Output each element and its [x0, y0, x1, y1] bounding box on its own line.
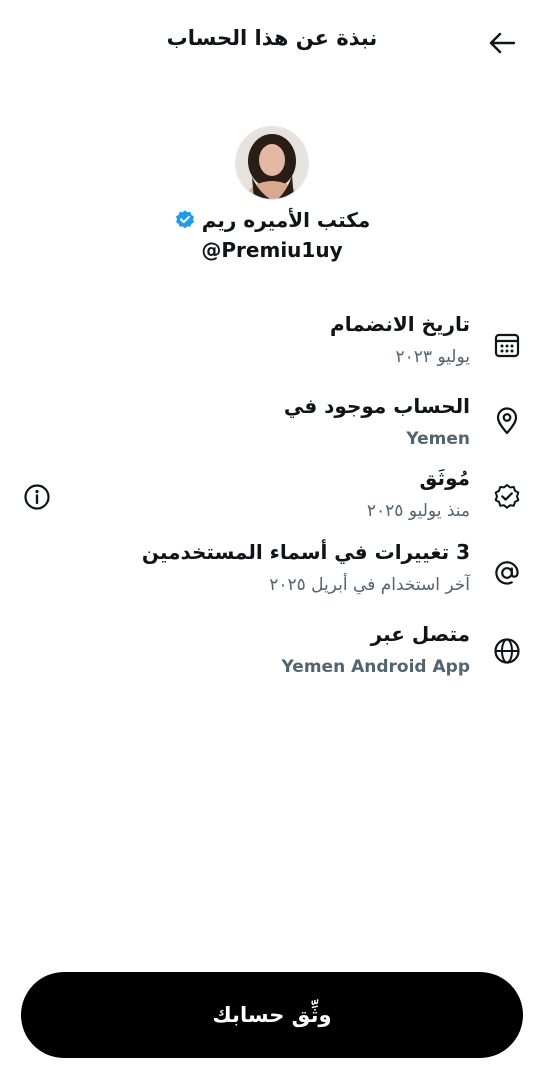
joined-date-value: يوليو ٢٠٢٣	[395, 347, 470, 367]
username-changes-label: 3 تغييرات في أسماء المستخدمين	[141, 540, 470, 564]
info-icon[interactable]	[22, 482, 52, 512]
connected-via-label: متصل عبر	[370, 622, 470, 646]
display-name: مكتب الأميره ريم	[201, 208, 371, 232]
connected-via-value: Yemen Android App	[281, 657, 470, 677]
at-sign-icon	[495, 561, 519, 585]
globe-icon	[494, 638, 520, 664]
verify-account-button[interactable]: وثِّق حسابك	[21, 972, 523, 1058]
top-bar: نبذة عن هذا الحساب	[0, 0, 544, 84]
location-pin-icon	[496, 407, 518, 435]
avatar[interactable]	[235, 126, 309, 200]
verified-since-value: منذ يوليو ٢٠٢٥	[366, 501, 470, 521]
verified-outline-icon	[494, 484, 520, 509]
page-title: نبذة عن هذا الحساب	[166, 26, 378, 50]
verified-badge-icon	[175, 210, 194, 229]
username-handle: @Premiu1uy	[201, 238, 343, 262]
username-changes-last-used: آخر استخدام في أبريل ٢٠٢٥	[269, 575, 470, 595]
account-location-label: الحساب موجود في	[283, 394, 470, 418]
avatar-image	[236, 127, 308, 199]
verified-label: مُوثَق	[419, 466, 470, 490]
display-name-row: مكتب الأميره ريم	[0, 208, 544, 232]
calendar-icon	[494, 333, 520, 358]
profile-summary: مكتب الأميره ريم @Premiu1uy	[0, 126, 544, 262]
account-location-value: Yemen	[406, 429, 470, 449]
joined-date-label: تاريخ الانضمام	[330, 312, 470, 336]
